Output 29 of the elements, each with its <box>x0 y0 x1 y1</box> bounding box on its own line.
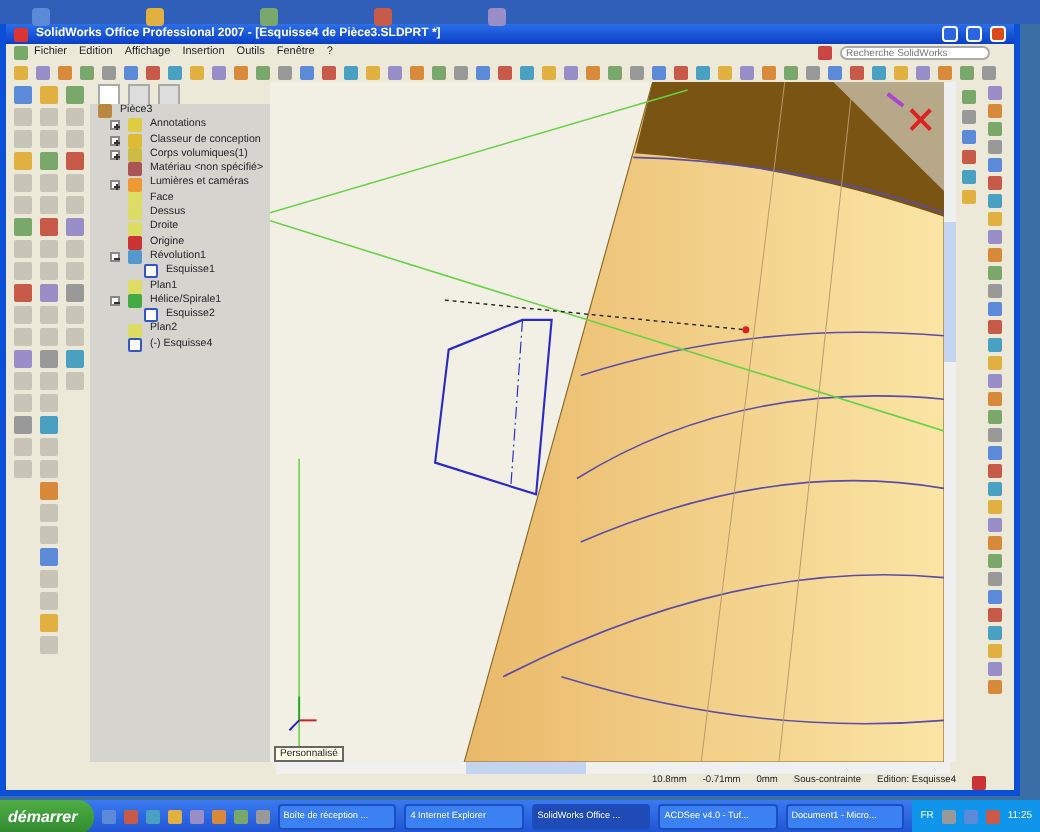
sketch-point <box>742 326 750 334</box>
part-icon <box>98 104 112 119</box>
expand-toggle[interactable] <box>110 150 120 161</box>
expand-toggle[interactable] <box>110 252 120 263</box>
expand-toggle[interactable] <box>110 120 120 131</box>
sketch-profile[interactable] <box>433 318 553 496</box>
desktop-icon[interactable] <box>146 8 164 26</box>
search-icon[interactable] <box>818 46 832 60</box>
minimize-button[interactable] <box>942 26 958 42</box>
desktop-icon[interactable] <box>488 8 506 26</box>
desktop-icon[interactable] <box>260 8 278 26</box>
maximize-button[interactable] <box>966 26 982 42</box>
close-icon[interactable] <box>909 107 933 132</box>
desktop-icon[interactable] <box>374 8 392 26</box>
axis-triad-icon <box>288 695 318 732</box>
scrollbar-thumb[interactable] <box>944 222 956 362</box>
app-icon <box>14 27 28 41</box>
app-menu-icon[interactable] <box>14 46 28 60</box>
panel-tab[interactable] <box>158 84 180 104</box>
panel-tab[interactable] <box>128 84 150 104</box>
close-button[interactable] <box>990 26 1006 42</box>
confirmation-corner <box>833 82 944 192</box>
status-icon <box>972 775 986 789</box>
expand-toggle[interactable] <box>110 296 120 306</box>
expand-toggle[interactable] <box>110 179 120 190</box>
desktop-icon[interactable] <box>32 8 50 26</box>
panel-tab[interactable] <box>98 84 120 104</box>
expand-toggle[interactable] <box>110 135 120 146</box>
scrollbar-thumb[interactable] <box>466 762 586 774</box>
